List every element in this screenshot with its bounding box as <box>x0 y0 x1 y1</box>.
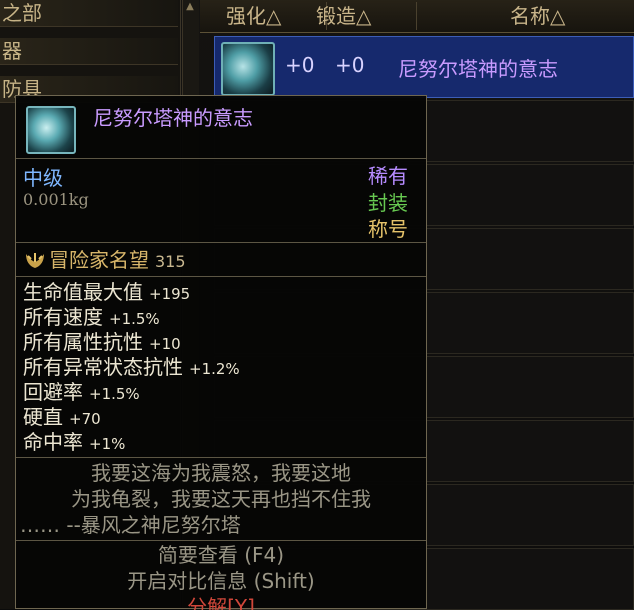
stat-value: +1% <box>89 435 126 453</box>
divider <box>16 276 426 277</box>
stat-name: 回避率 <box>23 380 83 404</box>
adventurer-fame: 冒险家名望 315 <box>23 246 186 274</box>
stat-name: 所有异常状态抗性 <box>23 355 183 379</box>
stat-name: 硬直 <box>23 405 63 429</box>
stat-value: +1.2% <box>189 360 240 378</box>
header-enhance[interactable]: 强化△ <box>226 2 327 30</box>
stat-name: 所有速度 <box>23 305 103 329</box>
scroll-up-arrow-icon[interactable]: ▲ <box>183 0 197 14</box>
stat-value: +1.5% <box>89 385 140 403</box>
table-header: 强化△ 锻造△ 名称△ <box>200 0 634 33</box>
item-grade: 中级 <box>23 166 63 190</box>
stat-value: +70 <box>69 410 101 428</box>
row-enhance: +0 <box>285 53 315 77</box>
compare-hint: 开启对比信息 (Shift) <box>127 569 315 593</box>
fame-label: 冒险家名望 <box>49 248 149 272</box>
category-item[interactable]: 器 <box>0 38 178 65</box>
stat-name: 生命值最大值 <box>23 280 143 304</box>
tooltip-item-name: 尼努尔塔神的意志 <box>93 106 253 130</box>
header-forge[interactable]: 锻造△ <box>316 2 417 30</box>
item-weight: 0.001kg <box>23 190 89 209</box>
skull-mask-icon <box>26 106 76 154</box>
flavor-text: 我要这海为我震怒，我要这地 为我龟裂，我要这天再也挡不住我 …… --暴风之神尼… <box>16 460 426 538</box>
row-forge: +0 <box>335 53 365 77</box>
stat-line: 回避率 +1.5% <box>23 380 240 405</box>
item-rarity: 稀有 <box>368 164 408 188</box>
stat-line: 所有属性抗性 +10 <box>23 330 240 355</box>
stat-name: 命中率 <box>23 430 83 454</box>
item-type: 称号 <box>368 217 408 241</box>
header-name[interactable]: 名称△ <box>510 2 630 30</box>
divider <box>16 158 426 159</box>
stat-value: +195 <box>149 285 191 303</box>
divider <box>16 242 426 243</box>
brief-view-hint: 简要查看 (F4) <box>157 543 285 567</box>
flavor-line: 我要这海为我震怒，我要这地 <box>91 461 351 485</box>
stat-line: 硬直 +70 <box>23 405 240 430</box>
item-stats: 生命值最大值 +195 所有速度 +1.5% 所有属性抗性 +10 所有异常状态抗性 +… <box>23 280 240 455</box>
laurel-icon <box>26 253 44 268</box>
table-row[interactable]: +0 +0 尼努尔塔神的意志 <box>214 36 634 98</box>
row-item-name: 尼努尔塔神的意志 <box>398 57 558 81</box>
stat-line: 所有异常状态抗性 +1.2% <box>23 355 240 380</box>
stat-line: 所有速度 +1.5% <box>23 305 240 330</box>
flavor-line: 为我龟裂，我要这天再也挡不住我 <box>71 487 371 511</box>
item-tooltip: 尼努尔塔神的意志 中级 0.001kg 稀有 封装 称号 冒险家名望 315 生命… <box>15 95 427 610</box>
divider <box>16 457 426 458</box>
stat-value: +10 <box>149 335 181 353</box>
stat-line: 生命值最大值 +195 <box>23 280 240 305</box>
skull-mask-icon <box>221 42 275 96</box>
item-seal-status: 封装 <box>368 191 408 215</box>
category-item[interactable]: 之部 <box>0 0 178 27</box>
fame-value: 315 <box>155 252 186 271</box>
flavor-line: …… --暴风之神尼努尔塔 <box>20 513 241 537</box>
disassemble-hint: 分解[Y] <box>187 595 255 610</box>
stat-value: +1.5% <box>109 310 160 328</box>
tooltip-footer: 简要查看 (F4) 开启对比信息 (Shift) 分解[Y] <box>16 542 426 610</box>
tooltip-header: 尼努尔塔神的意志 <box>16 96 426 156</box>
stat-name: 所有属性抗性 <box>23 330 143 354</box>
stat-line: 命中率 +1% <box>23 430 240 455</box>
divider <box>16 540 426 541</box>
